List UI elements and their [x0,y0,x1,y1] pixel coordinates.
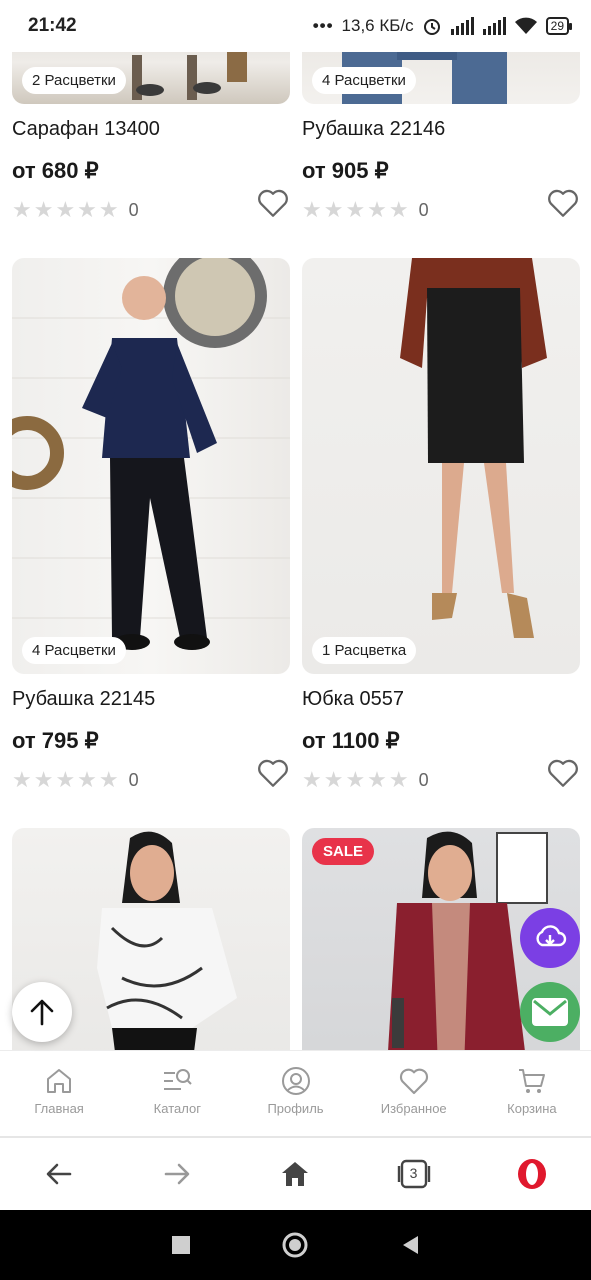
product-price: от 680 ₽ [12,158,99,183]
colors-badge: 2 Расцветки [22,67,126,94]
rating-count: 0 [418,769,429,790]
arrow-right-icon [164,1163,190,1185]
more-dots-icon: ••• [312,16,334,35]
product-photo [12,258,290,650]
favorite-heart-icon[interactable] [546,186,580,220]
rating-stars: ★★★★★ [12,197,121,222]
battery-indicator: 29 [545,17,573,35]
tab-favorites[interactable]: Избранное [355,1051,473,1136]
bottom-tab-bar: Главная Каталог Профиль Избранное Корзин… [0,1050,591,1136]
arrow-up-icon [30,999,54,1026]
tab-cart[interactable]: Корзина [473,1051,591,1136]
colors-badge: 1 Расцветка [312,637,417,664]
profile-icon [281,1067,310,1095]
colors-badge: 4 Расцветки [22,637,126,664]
opera-logo-icon [517,1159,546,1189]
home-filled-icon [282,1162,309,1186]
product-rating: ★★★★★ 0 [302,766,580,794]
product-price: от 795 ₽ [12,728,99,753]
product-price: от 905 ₽ [302,158,389,183]
wifi-icon [514,17,537,34]
product-image[interactable]: 4 Расцветки [12,258,290,674]
system-nav-bar [0,1210,591,1280]
product-rating: ★★★★★ 0 [12,766,290,794]
network-speed: 13,6 КБ/с [341,16,414,35]
browser-toolbar: 3 [0,1136,591,1210]
product-rating: ★★★★★ 0 [302,196,580,224]
tab-profile[interactable]: Профиль [236,1051,354,1136]
favorite-heart-icon[interactable] [256,756,290,790]
tab-label: Профиль [267,1101,324,1116]
home-button[interactable] [265,1149,325,1199]
alarm-icon [423,19,440,35]
catalog-search-icon [164,1069,193,1090]
tab-home[interactable]: Главная [0,1051,118,1136]
rating-stars: ★★★★★ [12,767,121,792]
tab-catalog[interactable]: Каталог [118,1051,236,1136]
colors-badge: 4 Расцветки [312,67,416,94]
opera-menu-button[interactable] [502,1149,562,1199]
arrow-left-icon [46,1163,72,1185]
home-circle-icon[interactable] [281,1231,309,1259]
signal-icon-2 [482,17,506,35]
tabs-button[interactable]: 3 [384,1149,444,1199]
product-card[interactable]: 4 Расцветки Рубашка 22145 от 795 ₽ ★★★★★… [12,258,290,794]
tab-label: Корзина [507,1101,557,1116]
signal-icon [450,17,474,35]
favorite-heart-icon[interactable] [546,756,580,790]
product-rating: ★★★★★ 0 [12,196,290,224]
status-bar: 21:42 ••• 13,6 КБ/с 29 [0,0,591,52]
rating-count: 0 [128,199,139,220]
recent-apps-icon[interactable] [171,1235,191,1255]
product-name[interactable]: Рубашка 22145 [12,688,290,714]
product-card[interactable]: 1 Расцветка Юбка 0557 от 1100 ₽ ★★★★★ 0 [302,258,580,794]
forward-button[interactable] [147,1149,207,1199]
cloud-download-icon [536,925,567,947]
heart-icon [399,1068,428,1095]
rating-stars: ★★★★★ [302,197,411,222]
status-time: 21:42 [28,15,77,36]
rating-count: 0 [128,769,139,790]
tab-label: Избранное [380,1101,447,1116]
back-button[interactable] [29,1149,89,1199]
message-button[interactable] [520,982,580,1042]
tab-label: Главная [34,1101,84,1116]
tab-count: 3 [409,1165,418,1181]
product-image[interactable]: 1 Расцветка [302,258,580,674]
product-name[interactable]: Рубашка 22146 [302,118,580,144]
tab-label: Каталог [153,1101,201,1116]
rating-count: 0 [418,199,429,220]
download-app-button[interactable] [520,908,580,968]
back-triangle-icon[interactable] [399,1234,421,1256]
rating-stars: ★★★★★ [302,767,411,792]
screen: 21:42 ••• 13,6 КБ/с 29 2 Расцветки Сараф… [0,0,591,1280]
product-photo [400,258,547,638]
product-price: от 1100 ₽ [302,728,400,753]
mail-icon [532,998,568,1026]
product-name[interactable]: Сарафан 13400 [12,118,290,144]
sale-badge: SALE [312,838,375,865]
status-indicators: ••• 13,6 КБ/с 29 [312,16,573,36]
product-name[interactable]: Юбка 0557 [302,688,580,714]
scroll-top-button[interactable] [12,982,72,1042]
home-icon [47,1069,72,1093]
cart-icon [518,1069,545,1093]
favorite-heart-icon[interactable] [256,186,290,220]
